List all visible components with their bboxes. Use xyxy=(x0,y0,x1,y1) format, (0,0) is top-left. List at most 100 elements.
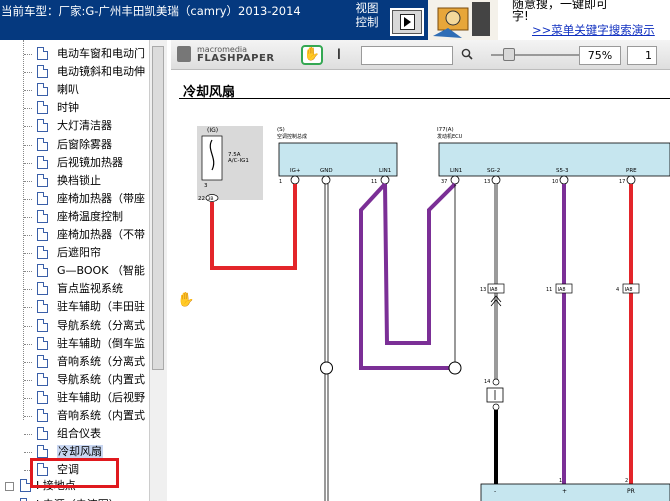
tree-item-label: 电动车窗和电动门 xyxy=(57,47,145,60)
ia8-label-3: IA8 xyxy=(625,287,633,293)
tree-item-label: 喇叭 xyxy=(57,83,79,97)
fuse-pin-b: 22 xyxy=(198,196,205,202)
arrow-right-icon xyxy=(404,17,411,27)
tree-item-label: 音响系统（分离式 xyxy=(57,354,145,368)
tree-item-label: 电动镜斜和电动伸 xyxy=(57,65,145,79)
document-icon xyxy=(37,173,48,187)
ia8-connector-1: IA8 13 xyxy=(480,283,505,307)
ia8-label-2: IA8 xyxy=(558,287,566,293)
tree-item-label: 后视镜加热器 xyxy=(57,155,123,169)
document-icon xyxy=(37,372,48,386)
wiring-diagram: (IG) 7.5A A/C-IG1 3 22 3B (S) 空调控制总成 IG+… xyxy=(197,126,670,501)
document-icon xyxy=(37,65,48,79)
lower-pin-3: 2 xyxy=(625,478,628,484)
conn-i77-pin-1: LIN1 xyxy=(450,168,462,174)
document-icon xyxy=(37,463,48,477)
view-control-label[interactable]: 视图控制 xyxy=(355,1,379,29)
ia8-connector-3: IA8 4 xyxy=(616,283,640,294)
tree-guide-line xyxy=(23,40,24,420)
connector-i77-name: 发动机ECU xyxy=(437,133,463,140)
conn-i77-pin-2: SG-2 xyxy=(487,168,500,174)
tree-item-label: J 电源（电流图） xyxy=(36,498,120,501)
lower-pin-2: 1 xyxy=(559,478,562,484)
document-icon xyxy=(37,137,48,151)
conn-i77-pin-num-3: 10 xyxy=(552,179,558,185)
conn-i77-pin-4: PRE xyxy=(626,168,637,174)
document-icon xyxy=(37,354,48,368)
ia8-pin-2: 11 xyxy=(546,287,552,293)
document-icon xyxy=(37,427,48,441)
tree-item-label: 组合仪表 xyxy=(57,427,101,441)
document-icon xyxy=(37,300,48,314)
tree-item-label: I 接地点 xyxy=(36,479,76,493)
document-icon xyxy=(37,209,48,223)
tree-item-label: 后遮阳帘 xyxy=(57,246,101,260)
document-icon xyxy=(37,155,48,169)
conn-i77-pin-num-2: 13 xyxy=(484,179,490,185)
document-icon xyxy=(37,246,48,260)
tree-item-label: 后窗除雾器 xyxy=(57,137,112,151)
tree-item-label: 时钟 xyxy=(57,101,79,115)
fan-pin-plus: + xyxy=(562,488,567,495)
conn-s-pin-3: LIN1 xyxy=(379,168,391,174)
tree-item-label: 驻车辅助（丰田驻 xyxy=(57,300,145,314)
hand-cursor-icon: ✋ xyxy=(177,292,195,308)
fuse-name: A/C-IG1 xyxy=(228,158,249,164)
tree-item-label: 导航系统（分离式 xyxy=(57,318,145,332)
expand-toggle-icon[interactable] xyxy=(5,482,14,492)
conn-s-pin-num-1: 1 xyxy=(279,179,282,185)
top-bar: 当前车型：厂家:G-广州丰田凯美瑞（camry）2013-2014 视图控制 随… xyxy=(0,0,670,40)
document-icon xyxy=(37,228,48,241)
document-icon xyxy=(37,101,48,115)
connector-s-code: (S) xyxy=(277,127,285,133)
ia8-label-1: IA8 xyxy=(490,287,498,293)
ia8-pin-3: 4 xyxy=(616,287,619,293)
search-demo-link[interactable]: >>菜单关键字搜索演示 xyxy=(532,22,655,38)
document-icon xyxy=(37,282,48,296)
ia8-connector-2: IA8 11 xyxy=(546,283,573,294)
fuse-pin-a: 3 xyxy=(204,183,208,189)
tree-item-label: 换档锁止 xyxy=(57,173,101,187)
tree-scrollbar-thumb[interactable] xyxy=(152,46,164,370)
tree-item-label: 音响系统（内置式 xyxy=(57,409,145,422)
tree-item-label: 大灯清洁器 xyxy=(57,119,112,133)
fan-pin-pr: PR xyxy=(627,488,635,495)
tree-item-label: 空调 xyxy=(57,463,79,477)
tree-item-label: 冷却风扇 xyxy=(57,445,103,460)
lower-pin-1: 14 xyxy=(484,379,490,385)
tree-item-label: 盲点监视系统 xyxy=(57,282,123,296)
tree-item-label: 驻车辅助（倒车监 xyxy=(57,336,145,350)
tree-item-label: 导航系统（内置式 xyxy=(57,372,145,386)
tree-item-label: 座椅加热器（带座 xyxy=(57,191,145,205)
conn-s-pin-num-3: 11 xyxy=(371,179,377,185)
document-icon xyxy=(20,479,31,493)
conn-i77-pin-num-1: 37 xyxy=(441,179,447,185)
purple-lin-wire-a xyxy=(359,182,455,370)
purple-lin-wire-b xyxy=(383,182,457,345)
view-control-button[interactable] xyxy=(390,8,424,36)
document-icon xyxy=(37,191,48,205)
cooling-fan-box xyxy=(480,483,670,501)
ad-text-2: 字! xyxy=(512,9,529,23)
tree-item-label: G—BOOK （智能 xyxy=(57,264,145,278)
tree-item-label: 座椅加热器（不带 xyxy=(57,228,145,241)
connector-i77-code: I77(A) xyxy=(437,127,454,133)
connector-s-name: 空调控制总成 xyxy=(277,133,307,140)
document-icon xyxy=(37,119,48,133)
ia8-pin-1: 13 xyxy=(480,287,486,293)
document-icon xyxy=(37,445,48,459)
conn-s-pin-2: GND xyxy=(320,168,333,174)
directory-tree: 电动车窗和电动门 电动镜斜和电动伸 喇叭时钟大灯清洁器后窗除雾器后视镜加热器 换档锁止… xyxy=(0,40,167,501)
conn-i77-pin-num-4: 17 xyxy=(619,179,625,185)
document-icon xyxy=(37,318,48,332)
ad-mascot-image xyxy=(428,0,498,40)
document-icon xyxy=(37,409,48,422)
fan-pin-minus: - xyxy=(494,488,496,495)
document-icon xyxy=(37,83,48,97)
tree-item-label: 座椅温度控制 xyxy=(57,209,123,223)
conn-s-pin-1: IG+ xyxy=(290,168,301,174)
document-icon xyxy=(20,497,31,501)
fuse-code: (IG) xyxy=(207,127,218,134)
current-car-model: 当前车型：厂家:G-广州丰田凯美瑞（camry）2013-2014 xyxy=(1,4,301,18)
document-icon xyxy=(37,390,48,404)
